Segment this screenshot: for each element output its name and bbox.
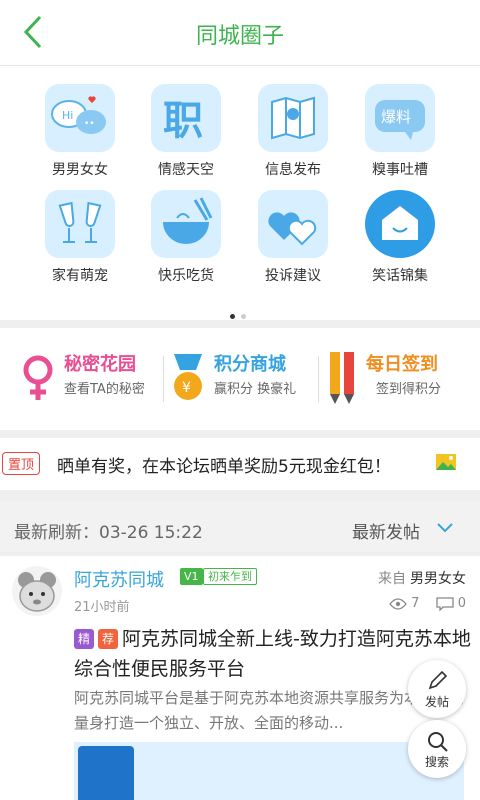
essence-tag: 精 [74,629,94,649]
category-item[interactable]: 投诉建议 [233,172,353,284]
top-bar: 同城圈子 [0,0,480,66]
category-label: 快乐吃货 [158,268,214,284]
category-label: 家有萌宠 [52,268,108,284]
map-icon [258,84,328,152]
search-icon [428,732,448,752]
category-label: 笑话锦集 [372,268,428,284]
svg-text:••: •• [84,119,95,129]
category-item[interactable]: 快乐吃货 [126,172,246,284]
feature-banner: 秘密花园 查看TA的秘密 ¥ 积分商城 赢积分 换豪礼 每日签到 签到得积分 [0,328,480,430]
points-mall-link[interactable]: ¥ 积分商城 赢积分 换豪礼 [170,350,310,410]
baoliao-icon: 爆料 [365,84,435,152]
comment-count: 0 [457,596,466,611]
category-label: 投诉建议 [265,268,321,284]
refresh-time: 03-26 15:22 [99,523,203,543]
female-symbol-icon [23,355,53,400]
daily-checkin-link[interactable]: 每日签到 签到得积分 [326,350,466,410]
post-source: 来自 男男女女 [378,568,466,588]
post-time: 21小时前 [74,600,130,615]
category-item[interactable]: 信息发布 [233,66,353,178]
banner-title: 秘密花园 [64,354,136,375]
level-title: 初来乍到 [203,568,257,585]
job-icon: 职 [151,84,221,152]
page-dot [230,314,235,319]
divider [163,356,164,402]
category-item[interactable]: 家有萌宠 [20,172,140,284]
chat-bubbles-icon: Hi •• [45,84,115,152]
banner-subtitle: 赢积分 换豪礼 [214,382,297,397]
banner-subtitle: 查看TA的秘密 [64,382,145,397]
author-name[interactable]: 阿克苏同城 [74,566,164,592]
house-smile-icon [365,190,435,258]
category-item[interactable]: 笑话锦集 [340,172,460,284]
eye-icon [389,597,407,610]
page-indicator [230,304,252,323]
post-image[interactable] [74,742,464,800]
refresh-label: 最新刷新： [14,523,99,543]
search-button-label: 搜索 [424,755,449,769]
from-label: 来自 [378,571,406,587]
view-count: 7 [411,596,420,611]
medal-icon: ¥ [174,354,202,400]
level-badge: V1 [180,568,203,585]
category-item[interactable]: 爆料 糗事吐槽 [340,66,460,178]
post-button-label: 发帖 [424,695,449,709]
recommend-tag: 荐 [98,629,118,649]
banner-title: 每日签到 [366,354,438,375]
search-button[interactable]: 搜索 [408,720,466,778]
category-item[interactable]: Hi •• 男男女女 [20,66,140,178]
category-item[interactable]: 职 情感天空 [126,66,246,178]
sort-dropdown[interactable]: 最新发帖 [352,518,420,543]
from-board[interactable]: 男男女女 [410,571,466,587]
category-grid: Hi •• 男男女女 职 情感天空 信息发布 爆料 糗事吐槽 家有萌宠 快乐吃货… [0,66,480,320]
champagne-icon [45,190,115,258]
feed-header: 最新刷新：03-26 15:22 最新发帖 [0,502,480,552]
divider [318,356,319,402]
svg-text:爆料: 爆料 [381,108,411,126]
post-stats: 7 0 [389,596,466,612]
page-dot [241,314,246,319]
comment-icon [435,596,454,612]
banner-title: 积分商城 [214,354,286,375]
avatar[interactable] [12,566,62,616]
pinned-badge: 置顶 [2,452,41,475]
svg-text:¥: ¥ [182,380,191,396]
banner-subtitle: 签到得积分 [376,382,442,397]
bowl-icon [151,190,221,258]
chevron-down-icon[interactable] [436,522,454,534]
pinned-post[interactable]: 置顶 晒单有奖，在本论坛晒单奖励5元现金红包！ [0,438,480,490]
pinned-title: 晒单有奖，在本论坛晒单奖励5元现金红包！ [57,457,391,477]
page-title: 同城圈子 [195,24,284,49]
pencil-icon [428,670,448,690]
post-title-text: 阿克苏同城全新上线-致力打造阿克苏本地综合性便民服务平台 [74,628,471,680]
refresh-info: 最新刷新：03-26 15:22 [14,518,203,543]
svg-text:Hi: Hi [62,109,73,122]
hearts-icon [258,190,328,258]
svg-text:职: 职 [163,98,203,144]
pencils-icon [330,352,354,404]
secret-garden-link[interactable]: 秘密花园 查看TA的秘密 [20,350,160,410]
post-button[interactable]: 发帖 [408,660,466,718]
app-logo [78,746,134,800]
image-icon [436,454,456,470]
